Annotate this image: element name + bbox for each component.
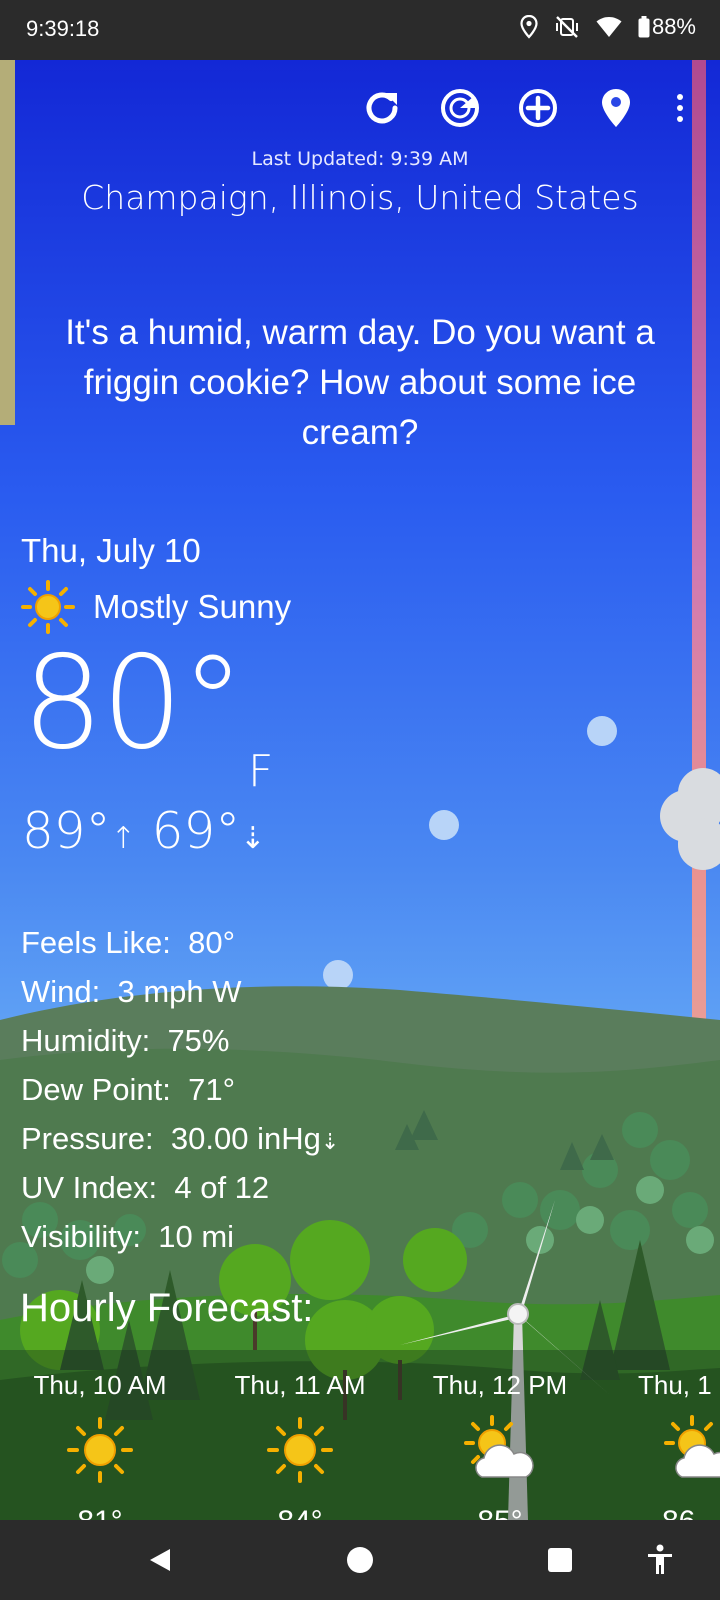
location-icon — [520, 15, 538, 39]
left-edge-panel — [0, 60, 15, 425]
location-pin-icon[interactable] — [592, 84, 640, 132]
hourly-time: Thu, 12 PM — [432, 1370, 568, 1400]
hourly-item[interactable]: Thu, 11 AM 84° — [210, 1350, 390, 1539]
temperature-unit[interactable]: F — [248, 746, 273, 797]
last-updated-text: Last Updated: 9:39 AM — [251, 148, 469, 170]
battery-indicator: 88% — [638, 14, 696, 40]
location-name[interactable]: Champaign, Illinois, United States — [0, 178, 720, 217]
accessibility-icon[interactable] — [640, 1540, 680, 1580]
current-temperature: 80° — [22, 629, 245, 778]
refresh-icon[interactable] — [358, 84, 406, 132]
home-icon[interactable] — [340, 1540, 380, 1580]
app-toolbar — [358, 84, 690, 132]
more-vert-icon[interactable] — [670, 84, 690, 132]
detail-label: Dew Point: — [21, 1072, 171, 1107]
recents-icon[interactable] — [540, 1540, 580, 1580]
status-time: 9:39:18 — [26, 16, 100, 41]
hourly-time: Thu, 11 AM — [234, 1370, 366, 1400]
vibrate-off-icon — [554, 15, 580, 39]
detail-uv-index: UV Index: 4 of 12 — [21, 1163, 339, 1212]
detail-value: 30.00 inHg — [170, 1121, 321, 1156]
detail-value: 10 mi — [158, 1219, 235, 1254]
detail-label: Visibility: — [21, 1219, 142, 1254]
hourly-item[interactable]: Thu, 10 AM 81° — [10, 1350, 190, 1539]
detail-visibility: Visibility: 10 mi — [21, 1212, 339, 1261]
status-bar: 9:39:18 88% — [0, 0, 720, 60]
sun-icon — [67, 1417, 133, 1483]
radar-icon[interactable] — [436, 84, 484, 132]
battery-percent: 88% — [651, 14, 696, 39]
bubble — [587, 716, 617, 746]
back-icon[interactable] — [140, 1540, 180, 1580]
condition-row: Mostly Sunny — [21, 580, 291, 634]
detail-feels-like: Feels Like: 80° — [21, 918, 339, 967]
detail-value: 75% — [167, 1023, 230, 1058]
add-location-icon[interactable] — [514, 84, 562, 132]
weather-message: It's a humid, warm day. Do you want a fr… — [65, 313, 655, 452]
partly-cloudy-icon — [464, 1415, 534, 1478]
detail-label: Feels Like: — [21, 925, 171, 960]
hourly-forecast-title: Hourly Forecast: — [20, 1286, 314, 1330]
detail-label: Wind: — [21, 974, 101, 1009]
current-conditions: Thu, July 10 Mostly Sunny — [21, 532, 291, 634]
sun-icon — [21, 580, 75, 634]
hourly-item[interactable]: Thu, 1 86 — [610, 1350, 720, 1539]
weather-details: Feels Like: 80° Wind: 3 mph W Humidity: … — [21, 918, 339, 1261]
detail-value: 4 of 12 — [174, 1170, 270, 1205]
navigation-bar — [0, 1520, 720, 1600]
high-temp: 89° — [22, 802, 111, 860]
detail-value: 3 mph W — [117, 974, 242, 1009]
detail-label: UV Index: — [21, 1170, 158, 1205]
sun-icon — [267, 1417, 333, 1483]
arrow-up-icon: ↑ — [110, 821, 136, 856]
pressure-falling-icon: ⇣ — [320, 1129, 340, 1154]
partly-cloudy-icon — [664, 1415, 720, 1478]
detail-label: Pressure: — [21, 1121, 154, 1156]
condition-text: Mostly Sunny — [93, 588, 292, 625]
hourly-time: Thu, 1 — [638, 1370, 712, 1400]
hourly-time: Thu, 10 AM — [33, 1370, 167, 1400]
detail-dew-point: Dew Point: 71° — [21, 1065, 339, 1114]
hourly-item[interactable]: Thu, 12 PM 85° — [410, 1350, 590, 1539]
arrow-down-icon: ⇣ — [240, 821, 266, 856]
wifi-icon — [596, 16, 622, 38]
high-low: 89°↑ 69°⇣ — [22, 802, 265, 860]
battery-icon — [638, 16, 650, 38]
detail-humidity: Humidity: 75% — [21, 1016, 339, 1065]
cloud-partial — [660, 768, 720, 878]
low-temp: 69° — [151, 802, 241, 860]
detail-pressure: Pressure: 30.00 inHg⇣ — [21, 1114, 339, 1163]
detail-value: 71° — [188, 1072, 236, 1107]
detail-value: 80° — [188, 925, 236, 960]
bubble — [429, 810, 459, 840]
hourly-forecast-list[interactable]: Thu, 10 AM 81° Thu, 11 AM 84° Thu, 12 — [0, 1350, 720, 1538]
detail-wind: Wind: 3 mph W — [21, 967, 339, 1016]
detail-label: Humidity: — [21, 1023, 151, 1058]
status-icons: 88% — [520, 14, 696, 40]
current-date: Thu, July 10 — [21, 532, 201, 569]
